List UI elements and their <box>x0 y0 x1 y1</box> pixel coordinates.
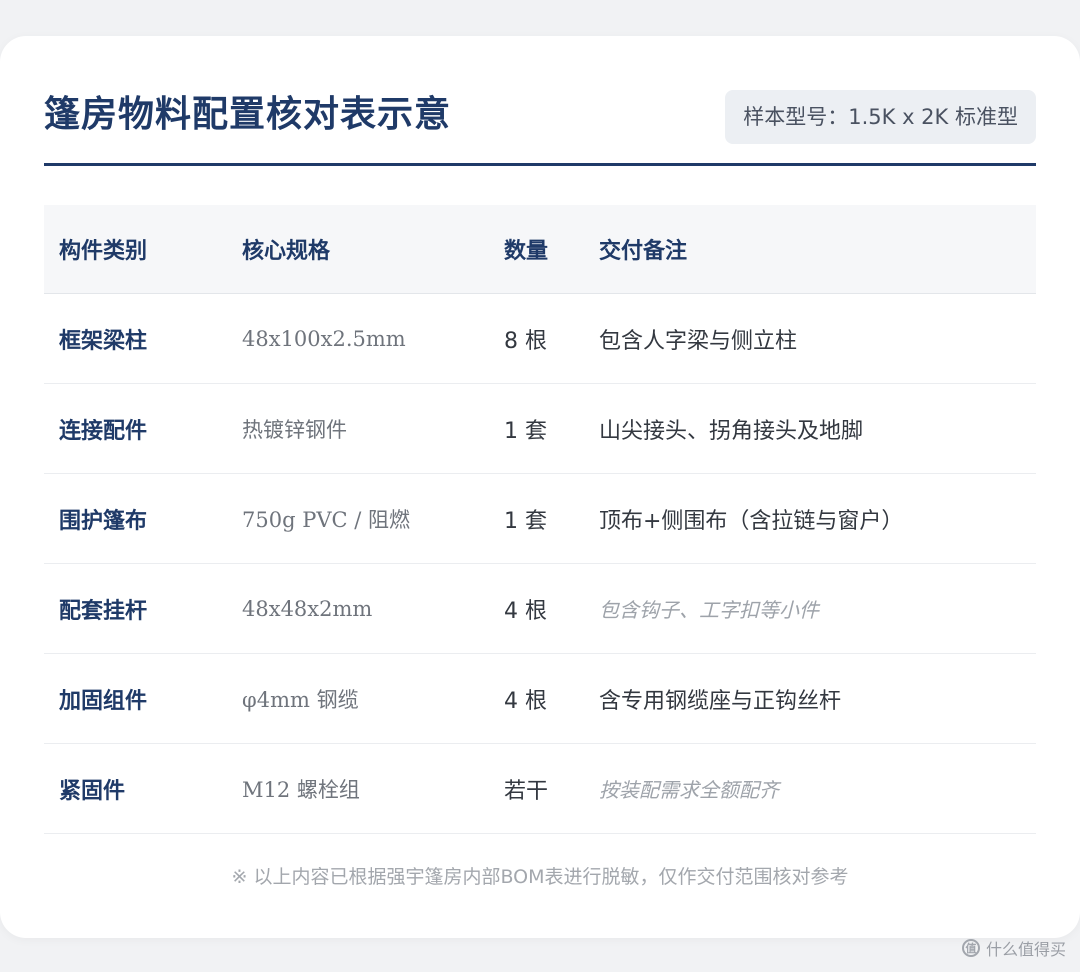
row-qty: 若干 <box>504 743 599 834</box>
header-category: 构件类别 <box>44 205 242 294</box>
row-category: 加固组件 <box>44 653 242 744</box>
row-category: 紧固件 <box>44 743 242 834</box>
table-row: 加固组件 φ4mm 钢缆 4 根 含专用钢缆座与正钩丝杆 <box>44 653 1036 744</box>
page-title: 篷房物料配置核对表示意 <box>44 94 452 135</box>
row-note: 山尖接头、拐角接头及地脚 <box>599 383 1036 474</box>
materials-table: 构件类别 核心规格 数量 交付备注 框架梁柱 48x100x2.5mm 8 根 … <box>44 205 1036 834</box>
header-qty: 数量 <box>504 205 599 294</box>
row-category: 围护篷布 <box>44 473 242 564</box>
header-spec: 核心规格 <box>242 205 504 294</box>
row-note: 包含人字梁与侧立柱 <box>599 293 1036 384</box>
row-note: 按装配需求全额配齐 <box>599 743 1036 834</box>
table-row: 配套挂杆 48x48x2mm 4 根 包含钩子、工字扣等小件 <box>44 563 1036 654</box>
checklist-card: 篷房物料配置核对表示意 样本型号：1.5K x 2K 标准型 构件类别 核心规格… <box>0 36 1080 938</box>
row-category: 框架梁柱 <box>44 293 242 384</box>
row-qty: 1 套 <box>504 473 599 564</box>
row-note: 含专用钢缆座与正钩丝杆 <box>599 653 1036 744</box>
table-row: 紧固件 M12 螺栓组 若干 按装配需求全额配齐 <box>44 743 1036 834</box>
row-note: 包含钩子、工字扣等小件 <box>599 563 1036 654</box>
row-qty: 4 根 <box>504 563 599 654</box>
row-spec: M12 螺栓组 <box>242 743 504 834</box>
title-divider <box>44 163 1036 166</box>
footnote: ※ 以上内容已根据强宇篷房内部BOM表进行脱敏，仅作交付范围核对参考 <box>231 866 849 888</box>
table-row: 围护篷布 750g PVC / 阻燃 1 套 顶布+侧围布（含拉链与窗户） <box>44 473 1036 564</box>
row-note: 顶布+侧围布（含拉链与窗户） <box>599 473 1036 564</box>
row-spec: 48x48x2mm <box>242 563 504 654</box>
card-header: 篷房物料配置核对表示意 样本型号：1.5K x 2K 标准型 <box>44 90 1036 148</box>
row-qty: 8 根 <box>504 293 599 384</box>
row-category: 连接配件 <box>44 383 242 474</box>
row-spec: φ4mm 钢缆 <box>242 653 504 744</box>
row-spec: 48x100x2.5mm <box>242 293 504 384</box>
table-row: 连接配件 热镀锌钢件 1 套 山尖接头、拐角接头及地脚 <box>44 383 1036 474</box>
model-badge: 样本型号：1.5K x 2K 标准型 <box>725 90 1036 144</box>
row-qty: 4 根 <box>504 653 599 744</box>
smzdm-logo-icon: 值 <box>961 939 980 957</box>
watermark-text: 什么值得买 <box>985 940 1066 959</box>
row-qty: 1 套 <box>504 383 599 474</box>
row-spec: 热镀锌钢件 <box>242 383 504 474</box>
header-note: 交付备注 <box>599 205 1036 294</box>
table-header-row: 构件类别 核心规格 数量 交付备注 <box>44 205 1036 294</box>
table-row: 框架梁柱 48x100x2.5mm 8 根 包含人字梁与侧立柱 <box>44 293 1036 384</box>
row-category: 配套挂杆 <box>44 563 242 654</box>
row-spec: 750g PVC / 阻燃 <box>242 473 504 564</box>
watermark: 值 什么值得买 <box>961 936 1066 960</box>
